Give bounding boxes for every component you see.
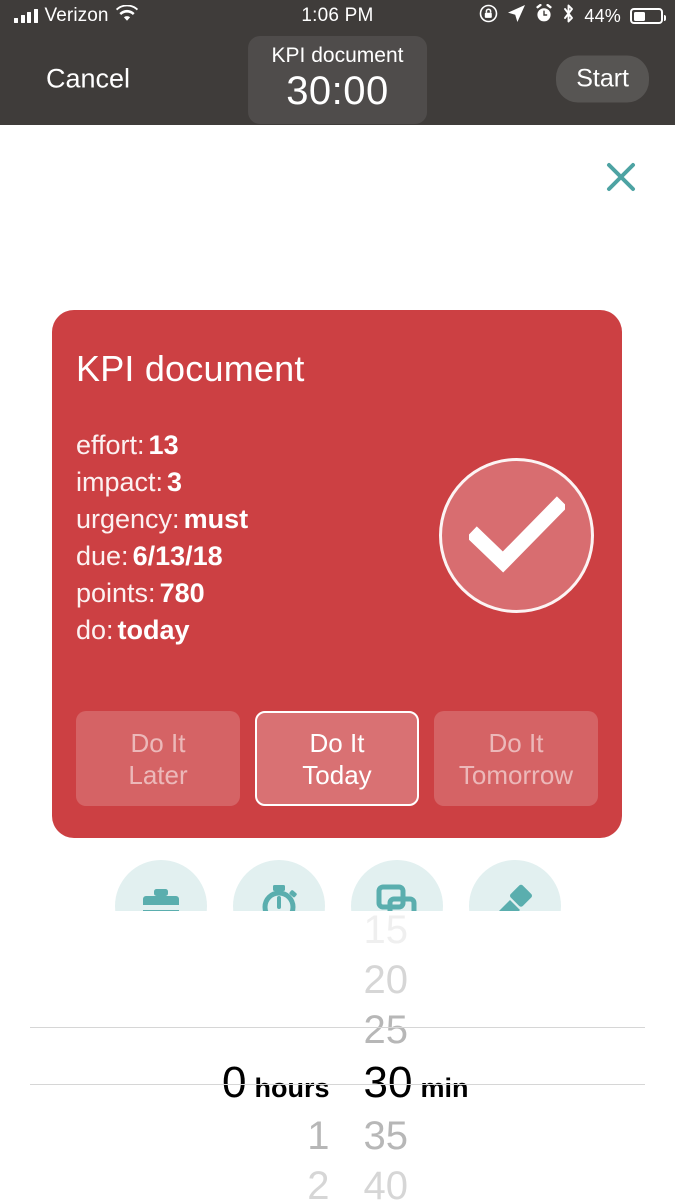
attribute-label: do: xyxy=(76,615,114,645)
status-bar: Verizon 1:06 PM 44% xyxy=(0,0,675,32)
minutes-option[interactable]: 25 xyxy=(364,1005,523,1055)
start-button[interactable]: Start xyxy=(556,55,649,102)
button-label-line1: Do It xyxy=(309,727,365,758)
minutes-column[interactable]: 15 20 25 30min 35 40 45 xyxy=(338,905,523,1200)
timer-task-title: KPI document xyxy=(271,44,404,67)
minutes-option[interactable]: 20 xyxy=(364,955,523,1005)
attribute-label: urgency: xyxy=(76,504,180,534)
attribute-label: due: xyxy=(76,541,129,571)
attribute-label: effort: xyxy=(76,430,145,460)
attribute-row-due: due: 6/13/18 xyxy=(76,538,406,575)
nav-bar: Cancel KPI document 30:00 Start xyxy=(0,32,675,125)
attribute-row-impact: impact: 3 xyxy=(76,464,406,501)
hours-option[interactable]: 1 xyxy=(153,1111,329,1161)
battery-percent-label: 44% xyxy=(584,5,621,26)
attribute-label: impact: xyxy=(76,467,164,497)
close-button[interactable] xyxy=(601,158,641,198)
attribute-value: today xyxy=(117,615,190,645)
picker-columns: 0hours 1 2 3 15 20 25 30min 35 40 45 xyxy=(0,905,675,1200)
task-card: KPI document effort: 13 impact: 3 urgency:… xyxy=(52,310,622,838)
attribute-label: points: xyxy=(76,578,156,608)
battery-icon xyxy=(630,8,666,24)
hours-selected-option[interactable]: 0 hours xyxy=(153,1055,330,1111)
attribute-row-effort: effort: 13 xyxy=(76,427,406,464)
timer-countdown-value: 30:00 xyxy=(286,69,389,113)
minutes-option[interactable]: 15 xyxy=(364,905,523,955)
picker-selection-line-top xyxy=(30,1027,645,1028)
timer-pill[interactable]: KPI document 30:00 xyxy=(247,36,428,124)
hours-option[interactable]: 2 xyxy=(153,1161,329,1200)
complete-task-button[interactable] xyxy=(439,458,594,613)
location-arrow-icon xyxy=(507,4,526,28)
attribute-value: 13 xyxy=(148,430,179,460)
button-label-line1: Do It xyxy=(488,727,544,758)
minutes-option[interactable]: 40 xyxy=(364,1161,523,1200)
hours-option-blank[interactable] xyxy=(153,905,330,955)
attribute-row-urgency: urgency: must xyxy=(76,501,406,538)
attribute-value: 3 xyxy=(167,467,183,497)
hours-column[interactable]: 0hours 1 2 3 xyxy=(153,905,338,1200)
do-it-today-button[interactable]: Do It Today xyxy=(255,711,419,806)
minutes-selected-value: 30 xyxy=(363,1058,413,1107)
attribute-row-do: do: today xyxy=(76,612,406,649)
button-label-line2: Today xyxy=(302,759,372,790)
hours-option-blank[interactable] xyxy=(153,1005,330,1055)
cancel-button[interactable]: Cancel xyxy=(46,63,130,94)
attribute-value: 6/13/18 xyxy=(132,541,223,571)
button-label-line2: Tomorrow xyxy=(458,759,574,790)
do-it-later-button[interactable]: Do It Later xyxy=(76,711,240,806)
card-attribute-list: effort: 13 impact: 3 urgency: must due: 6/13… xyxy=(76,427,406,649)
attribute-row-points: points: 780 xyxy=(76,575,406,612)
duration-picker[interactable]: 0hours 1 2 3 15 20 25 30min 35 40 45 xyxy=(0,905,675,1200)
app-root: Verizon 1:06 PM 44% Cancel KPI document … xyxy=(0,0,675,1200)
hours-unit-label: hours xyxy=(254,1073,330,1103)
rotation-lock-icon xyxy=(479,4,498,28)
card-action-buttons: Do It Later Do It Today Do It Tomorrow xyxy=(76,711,598,806)
picker-selection-line-bottom xyxy=(30,1084,645,1085)
hours-option-blank[interactable] xyxy=(153,955,330,1005)
do-it-tomorrow-button[interactable]: Do It Tomorrow xyxy=(434,711,598,806)
status-bar-right: 44% xyxy=(479,0,666,32)
minutes-option[interactable]: 35 xyxy=(364,1111,523,1161)
button-label-line1: Do It xyxy=(130,727,186,758)
button-label-line2: Later xyxy=(128,759,188,790)
alarm-clock-icon xyxy=(535,3,553,28)
close-x-icon xyxy=(604,162,638,197)
attribute-value: must xyxy=(183,504,249,534)
hours-selected-value: 0 xyxy=(222,1058,247,1107)
card-title: KPI document xyxy=(76,348,305,389)
minutes-selected-option[interactable]: 30 min xyxy=(364,1055,523,1111)
bluetooth-icon xyxy=(562,4,575,28)
minutes-unit-label: min xyxy=(420,1073,469,1103)
attribute-value: 780 xyxy=(159,578,205,608)
